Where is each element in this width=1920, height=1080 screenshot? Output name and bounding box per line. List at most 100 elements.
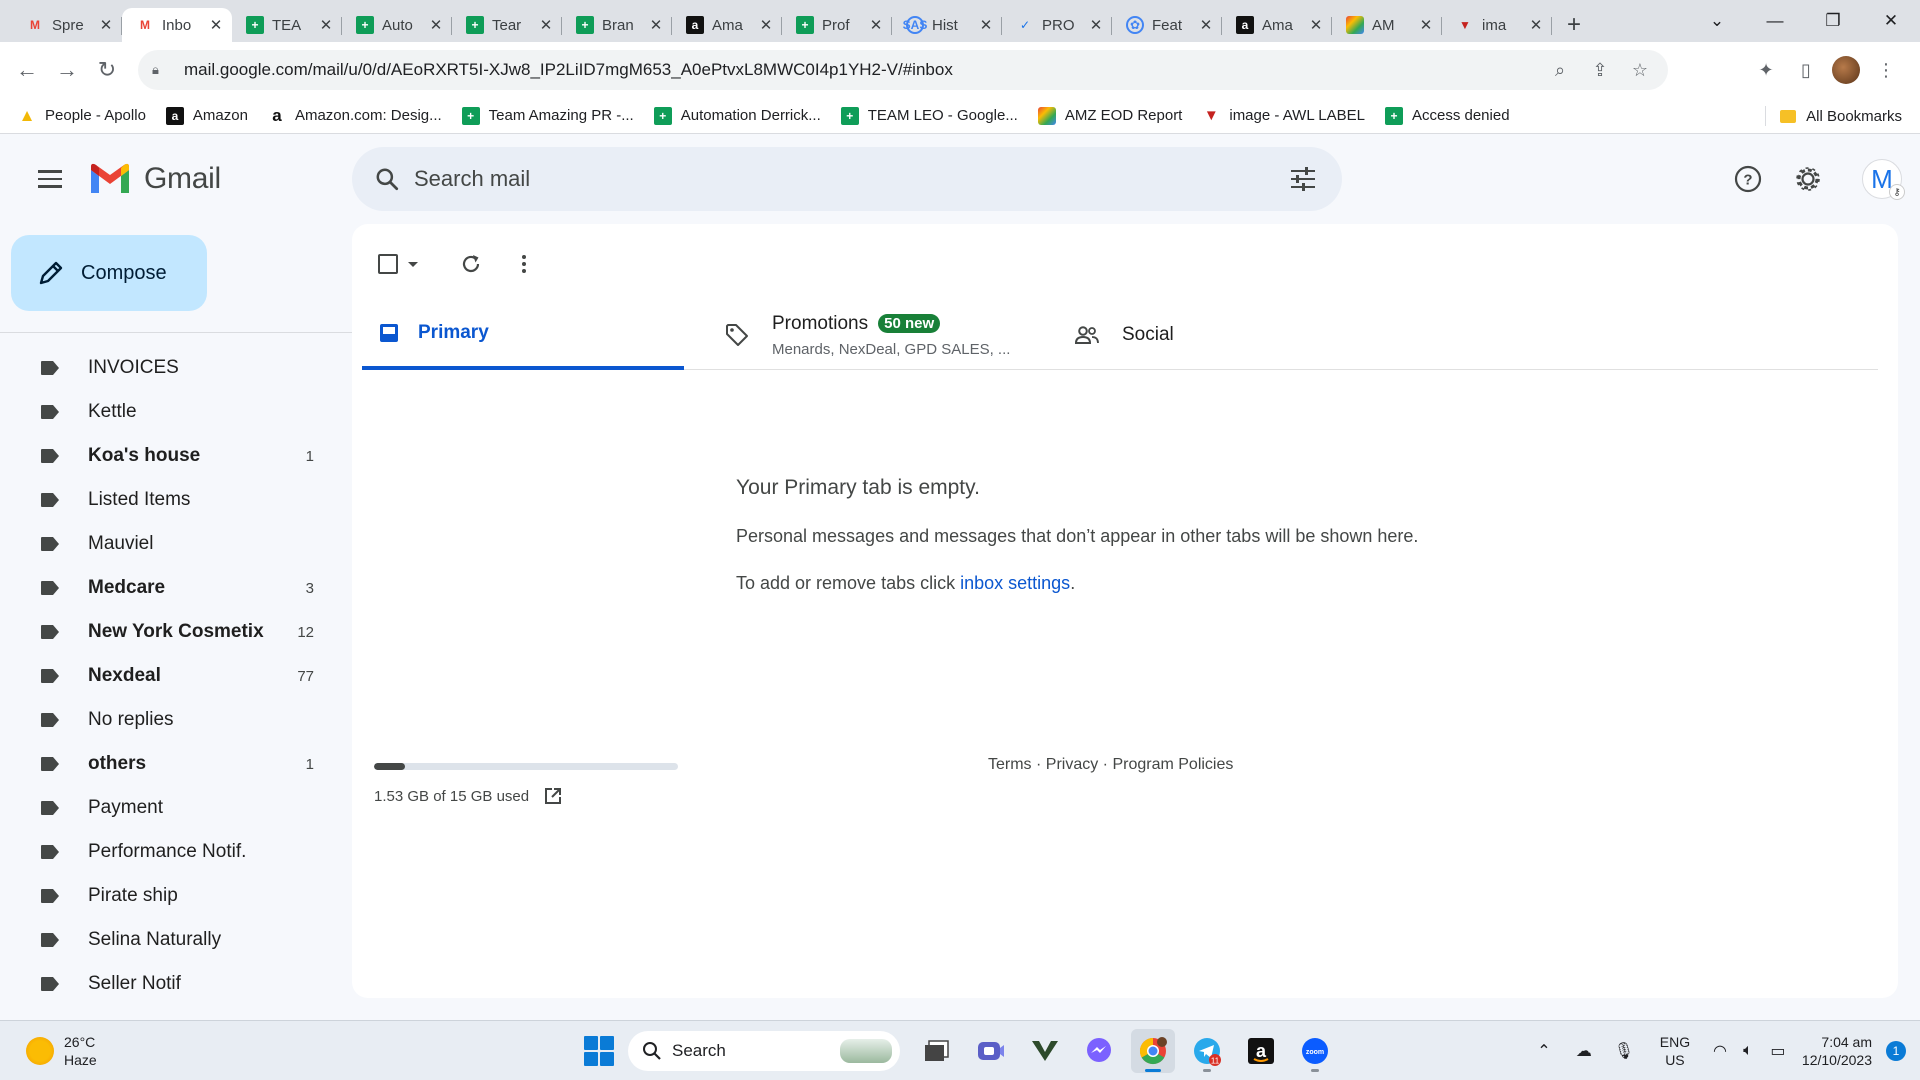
bookmark-star-icon[interactable]: ☆ [1620,60,1660,81]
cloud-offline-icon[interactable]: ☁ [1564,1041,1604,1061]
close-tab-icon[interactable]: ✕ [1308,16,1324,34]
browser-tab[interactable]: M Spre ✕ [12,8,122,42]
account-avatar[interactable]: M ⚷ [1862,159,1905,200]
close-tab-icon[interactable]: ✕ [1198,16,1214,34]
external-link-icon[interactable] [543,786,563,806]
sidebar-label-item[interactable]: No replies [0,698,352,742]
site-info-icon[interactable]: 🔒︎ [152,62,172,78]
inbox-settings-link[interactable]: inbox settings [960,573,1070,593]
tab-primary[interactable]: Primary [362,300,684,370]
microphone-icon[interactable]: 🎙︎ [1604,1041,1644,1061]
settings-gear-icon[interactable] [1778,156,1838,202]
browser-tab[interactable]: AM ✕ [1332,8,1442,42]
close-tab-icon[interactable]: ✕ [1528,16,1544,34]
volume-icon[interactable]: 🔈︎ [1734,1042,1762,1060]
browser-tab[interactable]: + Tear ✕ [452,8,562,42]
sidebar-label-item[interactable]: others 1 [0,742,352,786]
taskbar-search[interactable]: Search [628,1031,900,1071]
browser-tab[interactable]: ✓ PRO ✕ [1002,8,1112,42]
browser-tab[interactable]: + Prof ✕ [782,8,892,42]
bookmark-item[interactable]: ▼ image - AWL LABEL [1202,107,1365,125]
close-tab-icon[interactable]: ✕ [648,16,664,34]
sidebar-label-item[interactable]: Medcare 3 [0,566,352,610]
bookmark-item[interactable]: + TEAM LEO - Google... [840,106,1018,125]
share-icon[interactable]: ⇪ [1580,60,1620,81]
url-text[interactable]: mail.google.com/mail/u/0/d/AEoRXRT5I-XJw… [184,60,953,80]
close-tab-icon[interactable]: ✕ [758,16,774,34]
browser-tab[interactable]: a Ama ✕ [1222,8,1332,42]
sidebar-label-item[interactable]: Payment [0,786,352,830]
taskbar-zoom-icon[interactable]: zoom [1293,1029,1337,1073]
reload-button[interactable]: ↻ [89,52,125,88]
close-tab-icon[interactable]: ✕ [208,16,224,34]
sidebar-label-item[interactable]: INVOICES [0,346,352,390]
close-tab-icon[interactable]: ✕ [868,16,884,34]
windows-start-icon[interactable] [584,1036,614,1066]
sidebar-label-item[interactable]: Koa's house 1 [0,434,352,478]
privacy-link[interactable]: Privacy [1046,756,1098,773]
address-bar[interactable]: 🔒︎ mail.google.com/mail/u/0/d/AEoRXRT5I-… [138,50,1668,90]
close-tab-icon[interactable]: ✕ [428,16,444,34]
sidebar-label-item[interactable]: Listed Items [0,478,352,522]
new-tab-button[interactable]: + [1552,8,1596,42]
close-tab-icon[interactable]: ✕ [98,16,114,34]
bookmark-item[interactable]: + Team Amazing PR -... [461,106,634,125]
tab-social[interactable]: Social [1074,300,1174,370]
browser-tab[interactable]: + TEA ✕ [232,8,342,42]
taskbar-v-app-icon[interactable] [1023,1029,1067,1073]
refresh-icon[interactable] [460,253,482,275]
taskbar-telegram-icon[interactable]: 11 [1185,1029,1229,1073]
weather-widget[interactable]: 26°C Haze [26,1033,97,1069]
bookmark-item[interactable]: + Access denied [1384,106,1510,125]
close-tab-icon[interactable]: ✕ [1088,16,1104,34]
bookmark-item[interactable]: AMZ EOD Report [1037,106,1182,125]
browser-tab[interactable]: a Ama ✕ [672,8,782,42]
wifi-icon[interactable]: ◠ [1706,1041,1734,1061]
close-tab-icon[interactable]: ✕ [318,16,334,34]
sidebar-label-item[interactable]: Performance Notif. [0,830,352,874]
sidebar-label-item[interactable]: Selina Naturally [0,918,352,962]
search-options-icon[interactable] [1290,167,1316,191]
browser-tab[interactable]: SAS Hist ✕ [892,8,1002,42]
bookmark-item[interactable]: a Amazon [165,106,248,125]
google-apps-icon[interactable] [1838,156,1852,202]
select-all-checkbox[interactable] [378,254,398,274]
browser-profile-avatar[interactable] [1832,56,1860,84]
gmail-logo[interactable]: Gmail [88,162,221,196]
main-menu-icon[interactable] [30,162,70,196]
close-tab-icon[interactable]: ✕ [978,16,994,34]
taskbar-amazon-icon[interactable]: a [1239,1029,1283,1073]
close-window-button[interactable]: ✕ [1862,0,1920,42]
more-options-icon[interactable] [522,255,526,273]
side-panel-icon[interactable]: ▯ [1786,60,1826,81]
sidebar-label-item[interactable]: Nexdeal 77 [0,654,352,698]
select-dropdown-icon[interactable] [408,261,418,267]
taskbar-messenger-icon[interactable] [1077,1029,1121,1073]
language-indicator[interactable]: ENG US [1650,1033,1700,1069]
tab-promotions[interactable]: Promotions 50 new Menards, NexDeal, GPD … [724,300,1010,370]
compose-button[interactable]: Compose [11,235,207,311]
zoom-icon[interactable]: ⌕ [1540,60,1580,81]
program-policies-link[interactable]: Program Policies [1112,756,1233,773]
sidebar-label-item[interactable]: New York Cosmetix 12 [0,610,352,654]
help-icon[interactable]: ? [1718,156,1778,202]
sidebar-label-item[interactable]: Pirate ship [0,874,352,918]
sidebar-label-item[interactable]: Mauviel [0,522,352,566]
browser-tab[interactable]: + Auto ✕ [342,8,452,42]
bookmark-item[interactable]: a Amazon.com: Desig... [268,106,441,125]
tab-search-icon[interactable]: ⌄ [1688,0,1746,42]
browser-menu-icon[interactable]: ⋮ [1866,60,1906,81]
terms-link[interactable]: Terms [988,756,1032,773]
bookmark-item[interactable]: ▲ People - Apollo [18,106,146,125]
clock[interactable]: 7:04 am 12/10/2023 [1802,1033,1872,1069]
taskbar-teams-icon[interactable] [969,1029,1013,1073]
notification-badge[interactable]: 1 [1886,1041,1906,1061]
forward-button[interactable]: → [49,52,85,88]
bookmark-item[interactable]: + Automation Derrick... [653,106,821,125]
search-mail-bar[interactable]: Search mail [352,147,1342,211]
search-icon[interactable] [372,166,402,192]
browser-tab[interactable]: ▼ ima ✕ [1442,8,1552,42]
show-hidden-icons-chevron-icon[interactable]: ⌃ [1524,1041,1564,1061]
browser-tab[interactable]: M Inbo ✕ [122,8,232,42]
extensions-icon[interactable]: ✦ [1746,60,1786,81]
